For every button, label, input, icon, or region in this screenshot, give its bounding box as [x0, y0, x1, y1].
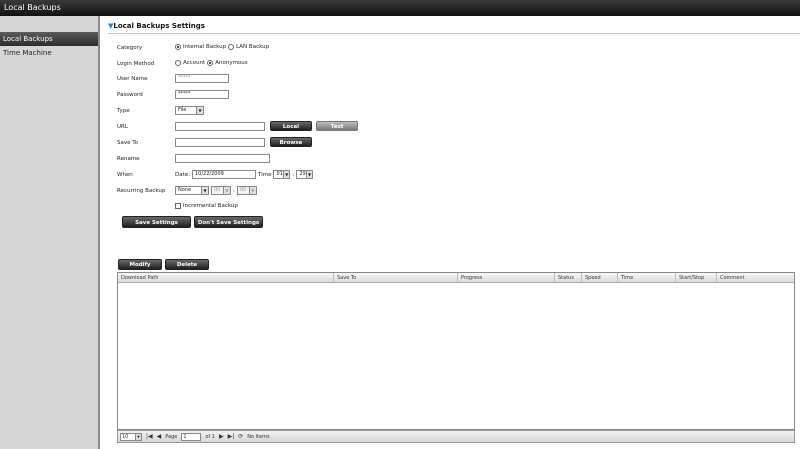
category-label: Category — [117, 45, 143, 51]
type-select-value: File — [178, 107, 187, 113]
login-method-label: Login Method — [117, 61, 155, 67]
type-label: Type — [117, 108, 130, 114]
recurring-value: None — [178, 187, 192, 193]
table-header: Download Path Save To Progress Status Sp… — [118, 273, 794, 283]
incremental-label: Incremental Backup — [183, 203, 238, 209]
save-to-label: Save To — [117, 140, 139, 146]
local-button[interactable]: Local — [270, 121, 312, 131]
dont-save-settings-button[interactable]: Don't Save Settings — [194, 216, 263, 228]
recurring-time-separator: : — [233, 187, 235, 194]
recurring-minute-value: 00 — [239, 187, 247, 193]
password-input[interactable]: ***** — [175, 90, 229, 99]
password-label: Password — [117, 92, 143, 98]
when-minute-select[interactable]: 29 ▼ — [296, 170, 314, 179]
last-page-icon[interactable]: ▶| — [228, 433, 235, 440]
col-download-path[interactable]: Download Path — [118, 273, 334, 282]
user-name-input[interactable]: ***** — [175, 74, 229, 83]
col-time[interactable]: Time — [618, 273, 676, 282]
when-controls: Date: 10/22/2009 Time 01 ▼ : 29 ▼ — [175, 170, 314, 179]
section-header[interactable]: ▼Local Backups Settings — [108, 22, 205, 30]
chevron-down-icon: ▼ — [305, 171, 313, 178]
recurring-select[interactable]: None ▼ — [175, 186, 209, 195]
url-label: URL — [117, 124, 128, 130]
recurring-hour-value: 00 — [214, 187, 221, 193]
page-label: Page — [165, 433, 178, 440]
time-separator: : — [292, 171, 295, 178]
incremental-row: Incremental Backup — [175, 203, 238, 209]
first-page-icon[interactable]: |◀ — [146, 433, 153, 440]
col-progress[interactable]: Progress — [458, 273, 555, 282]
recurring-label: Recurring Backup — [117, 188, 166, 194]
date-input[interactable]: 10/22/2009 — [192, 170, 256, 179]
next-page-icon[interactable]: ▶ — [219, 433, 224, 440]
refresh-icon[interactable]: ⟳ — [238, 433, 243, 440]
col-start-stop[interactable]: Start/Stop — [676, 273, 717, 282]
chevron-down-icon: ▼ — [248, 187, 256, 194]
category-internal-radio[interactable] — [175, 44, 181, 50]
login-account-radio[interactable] — [175, 60, 181, 66]
page-size-select[interactable]: 10 ▼ — [120, 432, 142, 441]
test-button[interactable]: Test — [316, 121, 358, 131]
rename-input[interactable] — [175, 154, 270, 163]
section-divider — [108, 33, 800, 34]
login-anonymous-radio[interactable] — [207, 60, 214, 66]
rename-label: Rename — [117, 156, 140, 162]
recurring-controls: None ▼ 00 ▼ : 00 ▼ — [175, 186, 257, 195]
pager-status: No items — [247, 433, 270, 440]
sidebar: Local Backups Time Machine — [0, 16, 100, 449]
chevron-down-icon: ▼ — [196, 107, 203, 114]
col-speed[interactable]: Speed — [582, 273, 618, 282]
category-lan-radio[interactable] — [228, 44, 235, 50]
window-title: Local Backups — [0, 0, 800, 16]
sidebar-item-local-backups[interactable]: Local Backups — [0, 32, 98, 46]
col-save-to[interactable]: Save To — [334, 273, 458, 282]
category-internal-label: Internal Backup — [183, 44, 227, 50]
col-status[interactable]: Status — [555, 273, 582, 282]
page-size-value: 10 — [122, 433, 129, 440]
page-input[interactable]: 1 — [181, 432, 202, 441]
login-method-options: Account Anonymous — [175, 60, 248, 66]
chevron-down-icon: ▼ — [282, 171, 290, 178]
login-anonymous-label: Anonymous — [215, 60, 248, 66]
user-name-label: User Name — [117, 76, 148, 82]
sidebar-item-time-machine[interactable]: Time Machine — [0, 46, 98, 60]
category-options: Internal Backup LAN Backup — [175, 44, 269, 50]
chevron-down-icon: ▼ — [223, 187, 230, 194]
browse-button[interactable]: Browse — [270, 137, 312, 147]
recurring-hour-select[interactable]: 00 ▼ — [211, 186, 231, 195]
delete-button[interactable]: Delete — [165, 259, 209, 270]
when-hour-select[interactable]: 01 ▼ — [273, 170, 291, 179]
time-label: Time — [258, 171, 272, 178]
date-label: Date: — [175, 171, 190, 178]
chevron-down-icon: ▼ — [201, 187, 208, 194]
url-input[interactable] — [175, 122, 265, 131]
type-select[interactable]: File ▼ — [175, 106, 204, 115]
login-account-label: Account — [183, 60, 206, 66]
incremental-checkbox[interactable] — [175, 203, 181, 209]
backups-table: Download Path Save To Progress Status Sp… — [117, 272, 795, 430]
modify-button[interactable]: Modify — [118, 259, 162, 270]
section-title: Local Backups Settings — [113, 22, 205, 30]
when-label: When — [117, 172, 133, 178]
page-of-label: of 1 — [205, 433, 215, 440]
prev-page-icon[interactable]: ◀ — [157, 433, 162, 440]
category-lan-label: LAN Backup — [236, 44, 270, 50]
col-comment[interactable]: Comment — [717, 273, 794, 282]
pager-bar: 10 ▼ |◀ ◀ Page 1 of 1 ▶ ▶| ⟳ No items — [117, 430, 795, 443]
recurring-minute-select[interactable]: 00 ▼ — [236, 186, 257, 195]
save-to-input[interactable] — [175, 138, 265, 147]
save-settings-button[interactable]: Save Settings — [122, 216, 191, 228]
chevron-down-icon: ▼ — [135, 433, 141, 440]
